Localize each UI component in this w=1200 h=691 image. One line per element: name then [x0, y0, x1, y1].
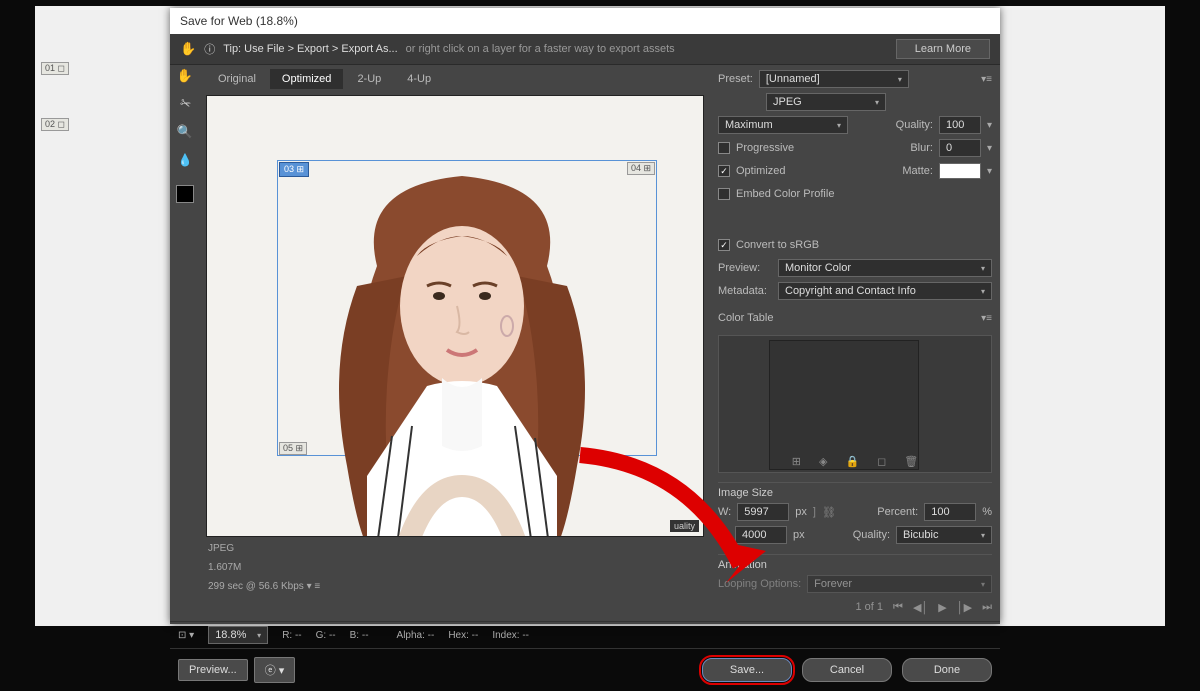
save-button[interactable]: Save... — [702, 658, 792, 682]
width-label: W: — [718, 506, 731, 518]
matte-swatch[interactable] — [939, 163, 981, 179]
save-for-web-dialog: Save for Web (18.8%) Tip: Use File > Exp… — [170, 8, 1000, 624]
blur-input[interactable]: 0 — [939, 139, 981, 157]
preview-image — [297, 146, 627, 537]
view-tabs: Original Optimized 2-Up 4-Up — [200, 65, 710, 93]
info-size: 1.607M — [200, 558, 710, 577]
slice-label-04: 04 ⊞ — [627, 162, 655, 175]
ct-icon-2[interactable]: ◈ — [819, 455, 827, 468]
prev-frame-icon: ◀│ — [913, 601, 928, 614]
learn-more-button[interactable]: Learn More — [896, 39, 990, 59]
tab-original[interactable]: Original — [206, 69, 268, 89]
optimized-checkbox[interactable]: ✓ — [718, 165, 730, 177]
play-icon: ▶ — [938, 601, 946, 614]
preset-dropdown[interactable]: [Unnamed] — [759, 70, 909, 88]
image-size-header: Image Size — [718, 482, 992, 499]
preset-menu-icon[interactable]: ▾≡ — [981, 74, 992, 85]
zoom-tool[interactable] — [176, 123, 194, 141]
browser-preview-button[interactable]: ⓔ ▾ — [254, 657, 296, 683]
cancel-button[interactable]: Cancel — [802, 658, 892, 682]
info-format: JPEG — [200, 539, 710, 558]
preview-canvas[interactable]: 03 ⊞ 04 ⊞ 05 ⊞ — [206, 95, 704, 537]
preview-profile-label: Preview: — [718, 262, 772, 274]
zoom-dropdown[interactable]: 18.8% — [208, 626, 268, 644]
tool-column — [170, 65, 200, 621]
color-alpha: Alpha: -- — [397, 630, 435, 641]
percent-label: Percent: — [877, 506, 918, 518]
trash-icon[interactable]: 🗑 — [904, 455, 918, 468]
overlay-quality: uality — [670, 520, 699, 532]
color-r: R: -- — [282, 630, 301, 641]
first-frame-icon: ⏮ — [893, 601, 903, 614]
embed-profile-label: Embed Color Profile — [736, 188, 834, 200]
metadata-dropdown[interactable]: Copyright and Contact Info — [778, 282, 992, 300]
blur-label: Blur: — [910, 142, 933, 154]
tab-optimized[interactable]: Optimized — [270, 69, 344, 89]
animation-header: Animation — [718, 554, 992, 571]
height-input[interactable]: 4000 — [735, 526, 787, 544]
quality-preset-dropdown[interactable]: Maximum — [718, 116, 848, 134]
window-title: Save for Web (18.8%) — [170, 8, 1000, 34]
preview-button[interactable]: Preview... — [178, 659, 248, 681]
embed-profile-checkbox[interactable] — [718, 188, 730, 200]
loop-dropdown: Forever — [807, 575, 992, 593]
color-swatch[interactable] — [176, 185, 194, 203]
lock-icon[interactable]: 🔒 — [845, 455, 859, 468]
color-table-menu-icon[interactable]: ▾≡ — [981, 313, 992, 324]
color-table-label: Color Table — [718, 312, 773, 324]
info-time: 299 sec @ 56.6 Kbps ▾ ≡ — [200, 577, 710, 596]
hand-tool[interactable] — [176, 67, 194, 85]
width-input[interactable]: 5997 — [737, 503, 789, 521]
convert-srgb-label: Convert to sRGB — [736, 239, 819, 251]
ct-icon-1[interactable]: ⊞ — [792, 455, 801, 468]
tip-text-rest: or right click on a layer for a faster w… — [406, 43, 675, 55]
tip-text-bold: Tip: Use File > Export > Export As... — [223, 43, 397, 55]
next-frame-icon: │▶ — [957, 601, 972, 614]
info-icon — [204, 41, 215, 57]
color-g: G: -- — [316, 630, 336, 641]
settings-panel: Preset: [Unnamed] ▾≡ JPEG Maximum Qualit… — [710, 65, 1000, 621]
color-index: Index: -- — [492, 630, 529, 641]
color-hex: Hex: -- — [448, 630, 478, 641]
bg-slice-01: 01 ◻ — [41, 62, 69, 75]
metadata-label: Metadata: — [718, 285, 772, 297]
convert-srgb-checkbox[interactable]: ✓ — [718, 239, 730, 251]
optimized-label: Optimized — [736, 165, 786, 177]
progressive-label: Progressive — [736, 142, 794, 154]
loop-label: Looping Options: — [718, 578, 801, 590]
link-icon[interactable]: ⛓ — [822, 506, 836, 519]
preset-label: Preset: — [718, 73, 753, 85]
resample-quality-label: Quality: — [853, 529, 890, 541]
tab-2up[interactable]: 2-Up — [345, 69, 393, 89]
last-frame-icon: ⏭ — [982, 601, 992, 614]
color-table: ⊞ ◈ 🔒 ◻ 🗑 — [718, 335, 992, 473]
resample-quality-dropdown[interactable]: Bicubic — [896, 526, 992, 544]
quality-input[interactable]: 100 — [939, 116, 981, 134]
height-label: H: — [718, 529, 729, 541]
status-footer: ⊡ ▾ 18.8% R: -- G: -- B: -- Alpha: -- He… — [170, 621, 1000, 648]
eyedropper-tool[interactable] — [176, 151, 194, 169]
tab-4up[interactable]: 4-Up — [395, 69, 443, 89]
frame-count: 1 of 1 — [856, 601, 884, 613]
matte-label: Matte: — [902, 165, 933, 177]
hand-icon-small — [180, 41, 196, 57]
ct-icon-4[interactable]: ◻ — [877, 455, 886, 468]
quality-label: Quality: — [896, 119, 933, 131]
slice-select-tool[interactable] — [176, 95, 194, 113]
preview-profile-dropdown[interactable]: Monitor Color — [778, 259, 992, 277]
progressive-checkbox[interactable] — [718, 142, 730, 154]
tip-bar: Tip: Use File > Export > Export As... or… — [170, 34, 1000, 65]
color-b: B: -- — [350, 630, 369, 641]
bg-slice-02: 02 ◻ — [41, 118, 69, 131]
format-dropdown[interactable]: JPEG — [766, 93, 886, 111]
percent-input[interactable]: 100 — [924, 503, 976, 521]
done-button[interactable]: Done — [902, 658, 992, 682]
